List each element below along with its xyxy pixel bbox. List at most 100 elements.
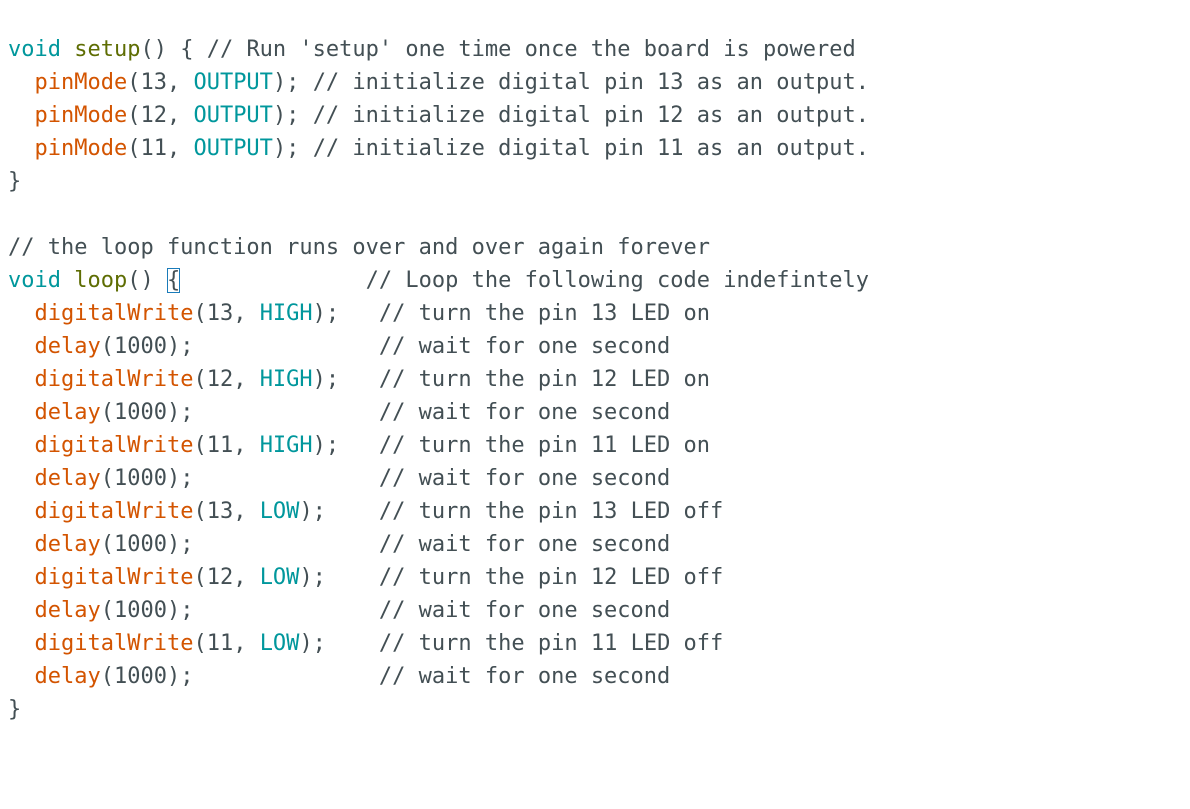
code-line[interactable]: }: [8, 693, 869, 726]
builtin-call-token: pinMode: [34, 103, 128, 128]
code-text-token: }: [8, 169, 22, 194]
code-area[interactable]: void setup() { // Run 'setup' one time o…: [8, 33, 869, 726]
code-text-token: (1000);: [100, 598, 379, 623]
code-line[interactable]: }: [8, 165, 869, 198]
comment-token: // wait for one second: [378, 334, 671, 359]
code-text-token: );: [312, 433, 379, 458]
code-text-token: (1000);: [100, 400, 379, 425]
builtin-call-token: pinMode: [34, 136, 128, 161]
constant-token: LOW: [259, 499, 300, 524]
code-editor[interactable]: void setup() { // Run 'setup' one time o…: [0, 0, 1190, 809]
code-text-token: );: [312, 367, 379, 392]
code-text-token: (13,: [193, 499, 260, 524]
keyword-token: void: [8, 37, 61, 62]
builtin-call-token: digitalWrite: [34, 631, 194, 656]
code-text-token: (11,: [193, 433, 260, 458]
code-line[interactable]: delay(1000); // wait for one second: [8, 528, 869, 561]
constant-token: OUTPUT: [193, 136, 273, 161]
comment-token: // wait for one second: [378, 664, 671, 689]
code-text-token: (12,: [193, 367, 260, 392]
comment-token: // initialize digital pin 12 as an outpu…: [312, 103, 869, 128]
builtin-call-token: delay: [34, 466, 101, 491]
code-line[interactable]: pinMode(12, OUTPUT); // initialize digit…: [8, 99, 869, 132]
code-text-token: );: [299, 631, 379, 656]
builtin-call-token: delay: [34, 400, 101, 425]
function-name-token: setup: [74, 37, 141, 62]
comment-token: // initialize digital pin 13 as an outpu…: [312, 70, 869, 95]
comment-token: // turn the pin 13 LED on: [378, 301, 711, 326]
code-text-token: );: [312, 301, 379, 326]
builtin-call-token: digitalWrite: [34, 499, 194, 524]
code-line[interactable]: digitalWrite(12, LOW); // turn the pin 1…: [8, 561, 869, 594]
code-line[interactable]: pinMode(13, OUTPUT); // initialize digit…: [8, 66, 869, 99]
comment-token: // initialize digital pin 11 as an outpu…: [312, 136, 869, 161]
code-line[interactable]: // the loop function runs over and over …: [8, 231, 869, 264]
comment-token: // wait for one second: [378, 466, 671, 491]
code-line[interactable]: delay(1000); // wait for one second: [8, 330, 869, 363]
builtin-call-token: delay: [34, 664, 101, 689]
code-text-token: );: [272, 103, 313, 128]
code-text-token: () {: [140, 37, 207, 62]
comment-token: // turn the pin 12 LED off: [378, 565, 724, 590]
constant-token: LOW: [259, 565, 300, 590]
code-text-token: (12,: [193, 565, 260, 590]
code-text-token: (11,: [193, 631, 260, 656]
code-text-token: );: [272, 136, 313, 161]
comment-token: // turn the pin 11 LED on: [378, 433, 711, 458]
code-text-token: );: [272, 70, 313, 95]
comment-token: // turn the pin 13 LED off: [378, 499, 724, 524]
comment-token: // turn the pin 12 LED on: [378, 367, 711, 392]
code-text-token: (13,: [193, 301, 260, 326]
builtin-call-token: pinMode: [34, 70, 128, 95]
code-text-token: );: [299, 499, 379, 524]
builtin-call-token: digitalWrite: [34, 565, 194, 590]
code-text-token: (1000);: [100, 664, 379, 689]
function-name-token: loop: [74, 268, 128, 293]
code-text-token: );: [299, 565, 379, 590]
code-line[interactable]: delay(1000); // wait for one second: [8, 462, 869, 495]
code-line[interactable]: digitalWrite(13, HIGH); // turn the pin …: [8, 297, 869, 330]
code-line[interactable]: digitalWrite(13, LOW); // turn the pin 1…: [8, 495, 869, 528]
comment-token: // the loop function runs over and over …: [8, 235, 710, 260]
builtin-call-token: digitalWrite: [34, 433, 194, 458]
matched-brace: {: [166, 268, 181, 293]
code-text-token: (1000);: [100, 532, 379, 557]
code-text-token: (1000);: [100, 466, 379, 491]
code-line[interactable]: delay(1000); // wait for one second: [8, 396, 869, 429]
code-text-token: (12,: [127, 103, 194, 128]
comment-token: // turn the pin 11 LED off: [378, 631, 724, 656]
builtin-call-token: delay: [34, 532, 101, 557]
comment-token: // wait for one second: [378, 532, 671, 557]
builtin-call-token: delay: [34, 598, 101, 623]
code-line[interactable]: void loop() { // Loop the following code…: [8, 264, 869, 297]
code-line[interactable]: delay(1000); // wait for one second: [8, 660, 869, 693]
code-line[interactable]: digitalWrite(11, HIGH); // turn the pin …: [8, 429, 869, 462]
comment-token: // wait for one second: [378, 598, 671, 623]
code-line[interactable]: void setup() { // Run 'setup' one time o…: [8, 33, 869, 66]
constant-token: HIGH: [259, 367, 313, 392]
code-text-token: (13,: [127, 70, 194, 95]
code-text-token: (11,: [127, 136, 194, 161]
code-line[interactable]: delay(1000); // wait for one second: [8, 594, 869, 627]
constant-token: HIGH: [259, 301, 313, 326]
code-line[interactable]: [8, 198, 869, 231]
code-line[interactable]: digitalWrite(12, HIGH); // turn the pin …: [8, 363, 869, 396]
code-line[interactable]: pinMode(11, OUTPUT); // initialize digit…: [8, 132, 869, 165]
constant-token: OUTPUT: [193, 70, 273, 95]
constant-token: OUTPUT: [193, 103, 273, 128]
code-line[interactable]: digitalWrite(11, LOW); // turn the pin 1…: [8, 627, 869, 660]
